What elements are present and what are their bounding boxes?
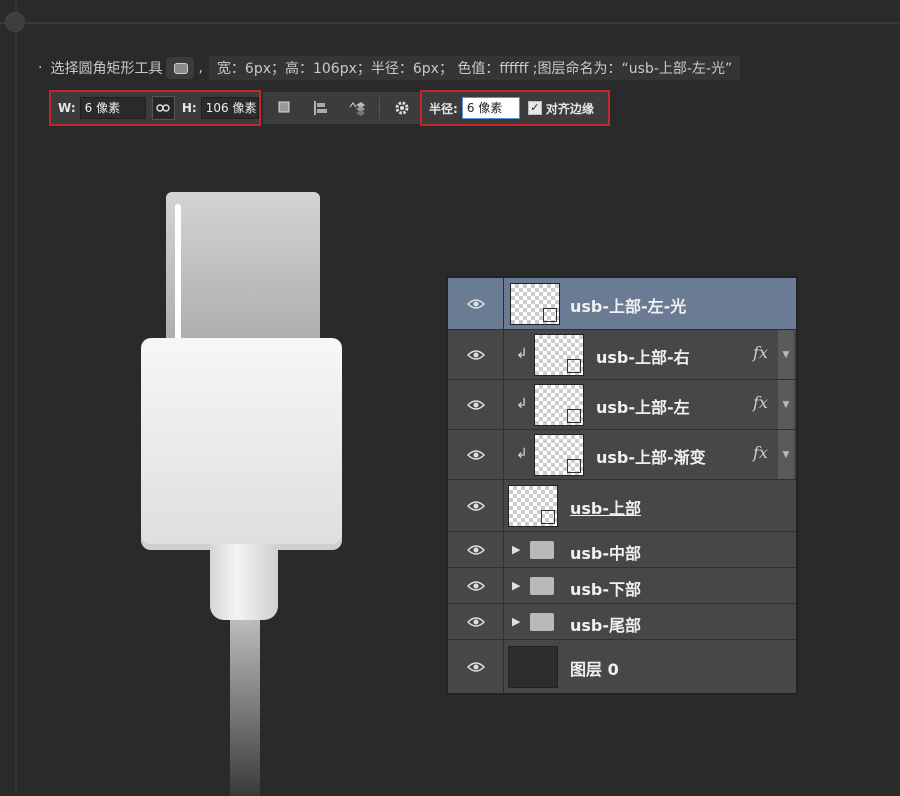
toolbar-divider	[379, 97, 380, 119]
path-options-toolbar	[263, 92, 420, 124]
vector-mask-icon	[541, 510, 555, 524]
link-icon[interactable]	[151, 96, 175, 120]
layer-name: usb-上部-右	[596, 348, 690, 367]
layer-name: usb-尾部	[570, 616, 642, 635]
clip-arrow-icon: ↲	[516, 446, 528, 462]
folder-icon	[530, 613, 554, 631]
rounded-rectangle-tool-icon	[166, 57, 195, 79]
path-alignment-icon[interactable]	[307, 96, 335, 120]
layer-thumbnail	[534, 434, 584, 476]
layer-row[interactable]: ↲ usb-上部-左 fx ▼	[448, 380, 796, 430]
instruction-bullet: ·	[38, 60, 43, 76]
layer-row[interactable]: usb-上部-左-光	[448, 278, 796, 330]
eye-icon[interactable]	[448, 532, 504, 567]
layer-row[interactable]: ▶ usb-中部	[448, 532, 796, 568]
gear-icon[interactable]	[388, 96, 416, 120]
eye-icon[interactable]	[448, 604, 504, 639]
vector-mask-icon	[543, 308, 557, 322]
usb-connector-neck	[210, 544, 278, 620]
align-edges-checkbox[interactable]: ✓	[527, 101, 542, 115]
vector-mask-icon	[567, 459, 581, 473]
layer-row[interactable]: ↲ usb-上部-右 fx ▼	[448, 330, 796, 380]
layer-row[interactable]: ▶ usb-下部	[448, 568, 796, 604]
effects-toggle-icon[interactable]: ▼	[778, 430, 794, 479]
layer-thumbnail	[508, 646, 558, 688]
width-label: W:	[58, 101, 76, 115]
eye-icon[interactable]	[448, 380, 504, 429]
vector-mask-icon	[567, 409, 581, 423]
fx-badge[interactable]: fx	[753, 443, 768, 462]
layer-row[interactable]: 图层 0	[448, 640, 796, 693]
path-arrangement-icon[interactable]	[343, 96, 371, 120]
layer-thumbnail	[508, 485, 558, 527]
path-operations-icon[interactable]	[271, 96, 299, 120]
eye-icon[interactable]	[448, 278, 504, 329]
clip-arrow-icon: ↲	[516, 346, 528, 362]
layer-name: usb-中部	[570, 544, 642, 563]
eye-icon[interactable]	[448, 330, 504, 379]
layer-name: usb-上部-左-光	[570, 297, 687, 316]
layer-thumbnail	[534, 384, 584, 426]
vector-mask-icon	[567, 359, 581, 373]
layer-row[interactable]: ▶ usb-尾部	[448, 604, 796, 640]
width-field[interactable]: 6 像素	[79, 97, 146, 119]
fx-badge[interactable]: fx	[753, 343, 768, 362]
expand-triangle-icon[interactable]: ▶	[512, 543, 520, 556]
align-edges-label: 对齐边缘	[545, 101, 594, 116]
eye-icon[interactable]	[448, 480, 504, 531]
height-field[interactable]: 106 像素	[200, 97, 259, 119]
layer-name: 图层 0	[570, 660, 619, 679]
folder-icon	[530, 577, 554, 595]
eye-icon[interactable]	[448, 430, 504, 479]
layer-row[interactable]: usb-上部	[448, 480, 796, 532]
guide-origin-marker	[5, 12, 25, 32]
layer-thumbnail	[534, 334, 584, 376]
effects-toggle-icon[interactable]: ▼	[778, 330, 794, 379]
layer-name: usb-下部	[570, 580, 642, 599]
layer-row[interactable]: ↲ usb-上部-渐变 fx ▼	[448, 430, 796, 480]
eye-icon[interactable]	[448, 640, 504, 693]
layer-name: usb-上部-渐变	[596, 448, 706, 467]
instruction-comma: ,	[198, 60, 203, 76]
height-label: H:	[181, 101, 197, 115]
instruction-line: · 选择圆角矩形工具 , 宽：6px；高：106px；半径：6px； 色值：ff…	[38, 56, 741, 80]
radius-field[interactable]: 6 像素	[461, 97, 520, 119]
layer-name: usb-上部	[570, 499, 642, 518]
expand-triangle-icon[interactable]: ▶	[512, 615, 520, 628]
guide-line-vertical	[15, 0, 17, 796]
layers-panel: usb-上部-左-光 ↲ usb-上部-右 fx ▼ ↲ usb-上部-左 fx…	[446, 276, 798, 695]
instruction-prefix: 选择圆角矩形工具	[50, 61, 163, 77]
guide-line-horizontal	[0, 22, 900, 24]
usb-connector-top	[166, 192, 320, 358]
fx-badge[interactable]: fx	[753, 393, 768, 412]
usb-cable	[230, 620, 260, 796]
layer-thumbnail	[510, 283, 560, 325]
folder-icon	[530, 541, 554, 559]
radius-options-highlight: 半径: 6 像素 ✓ 对齐边缘	[420, 90, 610, 126]
size-options-highlight: W: 6 像素 H: 106 像素	[49, 90, 261, 126]
usb-connector-body	[141, 338, 342, 550]
layer-name: usb-上部-左	[596, 398, 690, 417]
clip-arrow-icon: ↲	[516, 396, 528, 412]
eye-icon[interactable]	[448, 568, 504, 603]
effects-toggle-icon[interactable]: ▼	[778, 380, 794, 429]
usb-top-left-highlight	[175, 204, 181, 354]
radius-label: 半径:	[429, 101, 458, 116]
expand-triangle-icon[interactable]: ▶	[512, 579, 520, 592]
instruction-spec: 宽：6px；高：106px；半径：6px； 色值：ffffff ;图层命名为：“…	[208, 56, 741, 80]
